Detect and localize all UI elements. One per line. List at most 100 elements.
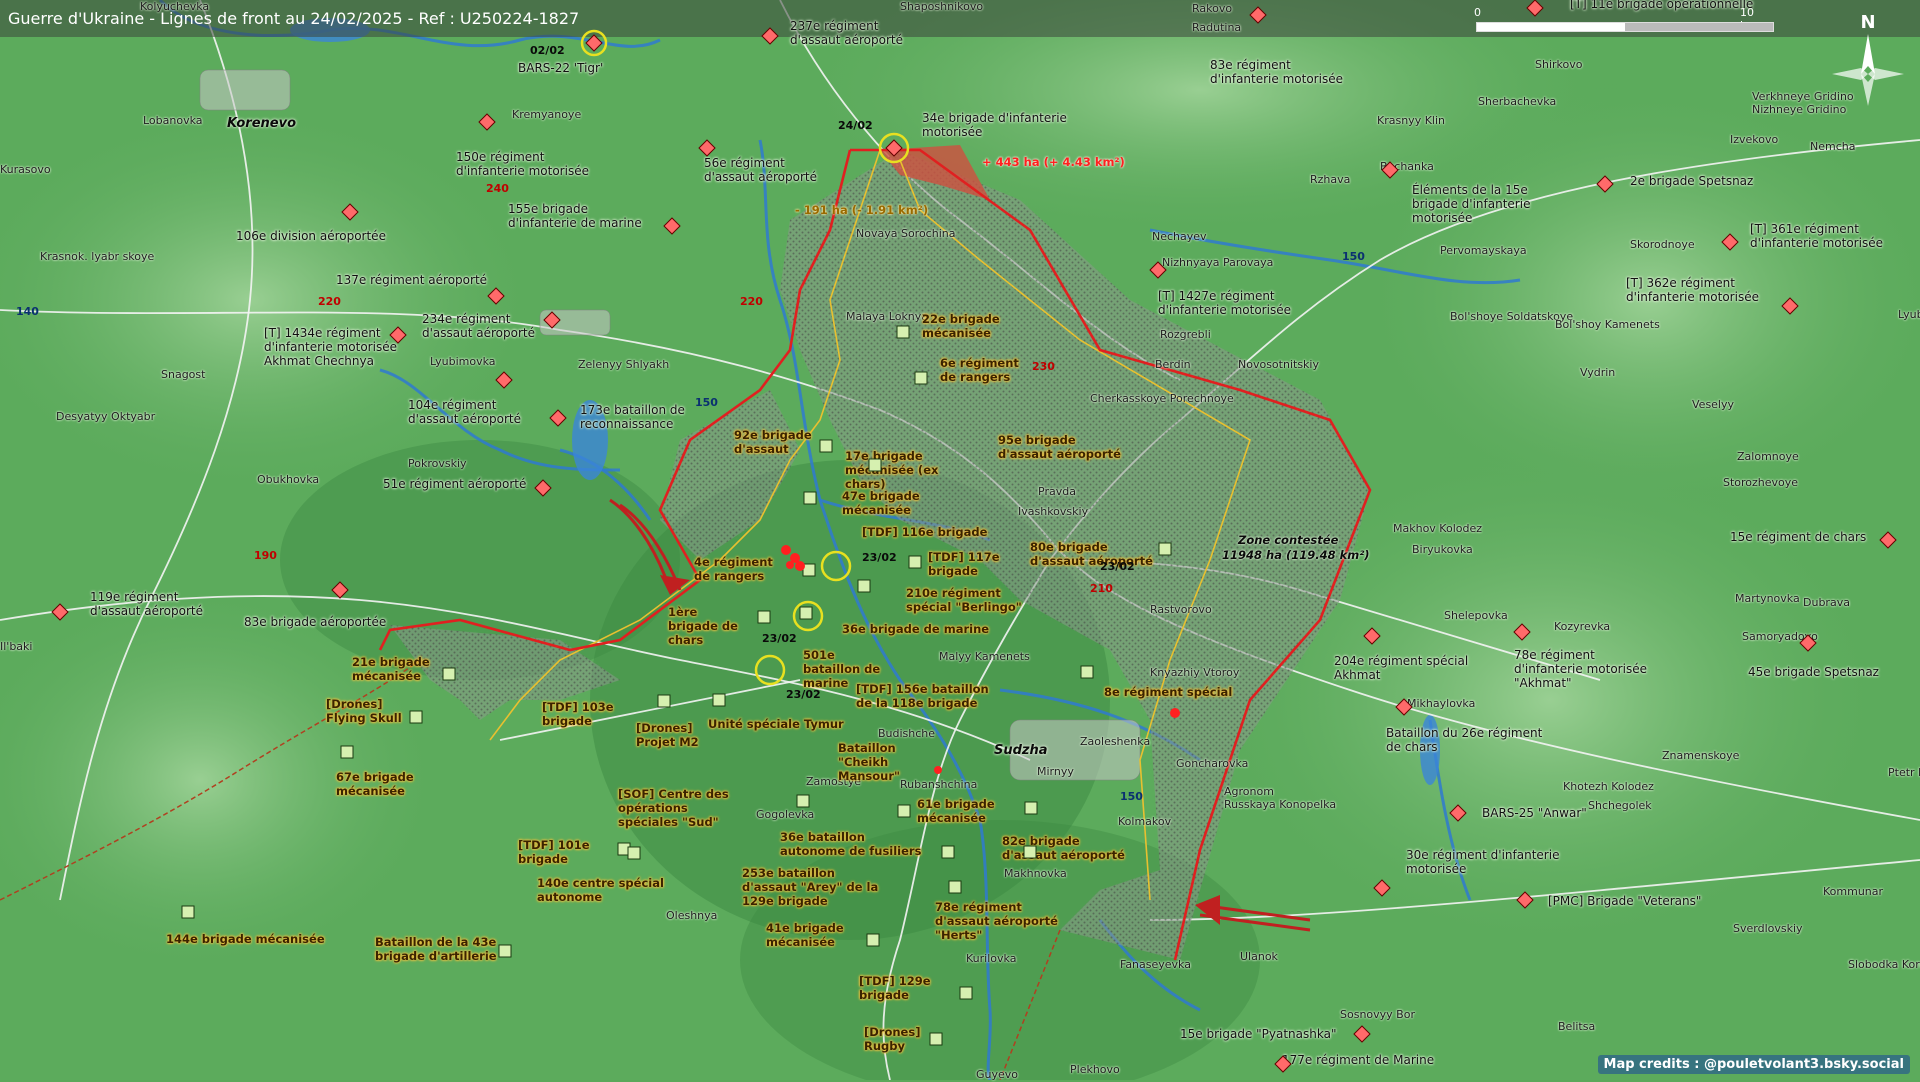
- ru-unit-label[interactable]: 106e division aéroportée: [236, 229, 386, 243]
- ua-unit-label[interactable]: 1ère brigade de chars: [668, 605, 748, 647]
- ru-unit-label[interactable]: 2e brigade Spetsnaz: [1630, 174, 1753, 188]
- place-label: Skorodnoye: [1630, 238, 1695, 251]
- place-label: Mikhaylovka: [1407, 697, 1476, 710]
- ru-unit-label[interactable]: 34e brigade d'infanterie motorisée: [922, 111, 1067, 139]
- ru-unit-label[interactable]: 234e régiment d'assaut aéroporté: [422, 312, 547, 340]
- ua-unit-label[interactable]: [TDF] 116e brigade: [862, 525, 987, 539]
- ru-unit-label[interactable]: 15e brigade "Pyatnashka": [1180, 1027, 1336, 1041]
- ua-unit-label[interactable]: 36e brigade de marine: [842, 622, 989, 636]
- zone-area: 11948 ha (119.48 km²): [1222, 548, 1370, 562]
- ua-unit-label[interactable]: 36e bataillon autonome de fusiliers: [780, 830, 930, 858]
- ua-unit-label[interactable]: [TDF] 117e brigade: [928, 550, 1008, 578]
- ua-unit-label[interactable]: 47e brigade mécanisée: [842, 489, 922, 517]
- ru-unit-label[interactable]: 237e régiment d'assaut aéroporté: [790, 19, 908, 47]
- ua-unit-label[interactable]: 78e régiment d'assaut aéroporté "Herts": [935, 900, 1065, 942]
- ua-unit-label[interactable]: 41e brigade mécanisée: [766, 921, 846, 949]
- place-label: Slobodka Korochka: [1848, 958, 1920, 971]
- place-label: Krasnyy Klin: [1377, 114, 1445, 127]
- place-label: Plekhovo: [1070, 1063, 1120, 1076]
- date-label: 23/02: [786, 688, 821, 701]
- ua-unit-label[interactable]: 22e brigade mécanisée: [922, 312, 1002, 340]
- svg-text:N: N: [1860, 12, 1875, 33]
- ru-unit-label[interactable]: 56e régiment d'assaut aéroporté: [704, 156, 832, 184]
- place-label: Storozhevoye: [1723, 476, 1799, 489]
- ru-unit-label[interactable]: 83e brigade aéroportée: [244, 615, 386, 629]
- place-label: Samoryadovo: [1742, 630, 1818, 643]
- place-label: Agronom: [1224, 785, 1274, 798]
- ru-unit-label[interactable]: 155e brigade d'infanterie de marine: [508, 202, 658, 230]
- ua-unit-label[interactable]: 21e brigade mécanisée: [352, 655, 432, 683]
- ua-unit-label[interactable]: [TDF] 129e brigade: [859, 974, 939, 1002]
- ua-unit-label[interactable]: 80e brigade d'assaut aéroporté: [1030, 540, 1155, 568]
- ru-unit-label[interactable]: 30e régiment d'infanterie motorisée: [1406, 848, 1566, 876]
- ru-unit-label[interactable]: [T] 1434e régiment d'infanterie motorisé…: [264, 326, 414, 368]
- ru-unit-label[interactable]: 45e brigade Spetsnaz: [1748, 665, 1879, 679]
- ua-unit-label[interactable]: 4e régiment de rangers: [694, 555, 779, 583]
- ru-unit-label[interactable]: [T] 361e régiment d'infanterie motorisée: [1750, 222, 1900, 250]
- ua-unit-label[interactable]: 67e brigade mécanisée: [336, 770, 416, 798]
- ru-unit-label[interactable]: 83e régiment d'infanterie motorisée: [1210, 58, 1355, 86]
- place-label: Zelenyy Shlyakh: [578, 358, 670, 371]
- ua-unit-label[interactable]: [TDF] 103e brigade: [542, 700, 622, 728]
- place-label: Dubrava: [1803, 596, 1850, 609]
- place-label: Rastvorovo: [1150, 603, 1212, 616]
- ua-unit-label[interactable]: [Drones] Rugby: [864, 1025, 944, 1053]
- ru-unit-label[interactable]: 150e régiment d'infanterie motorisée: [456, 150, 601, 178]
- ua-unit-label[interactable]: [TDF] 156e bataillon de la 118e brigade: [856, 682, 996, 710]
- ru-unit-label[interactable]: Éléments de la 15e brigade d'infanterie …: [1412, 183, 1552, 225]
- ua-unit-label[interactable]: 95e brigade d'assaut aéroporté: [998, 433, 1123, 461]
- ru-unit-label[interactable]: 104e régiment d'assaut aéroporté: [408, 398, 523, 426]
- ua-unit-label[interactable]: 92e brigade d'assaut: [734, 428, 814, 456]
- ua-unit-label[interactable]: 210e régiment spécial "Berlingo": [906, 586, 1046, 614]
- date-label: 02/02: [530, 44, 565, 57]
- ua-unit-label[interactable]: 61e brigade mécanisée: [917, 797, 997, 825]
- map-canvas[interactable]: Guerre d'Ukraine - Lignes de front au 24…: [0, 0, 1920, 1081]
- ua-unit-label[interactable]: 17e brigade mécanisée (ex chars): [845, 449, 970, 491]
- ru-unit-label[interactable]: 78e régiment d'infanterie motorisée "Akh…: [1514, 648, 1659, 690]
- place-label: Berdin: [1155, 358, 1191, 371]
- place-label: Ptetr Bud: [1888, 766, 1920, 779]
- place-label: Novaya Sorochina: [856, 227, 956, 240]
- place-label: Izvekovo: [1730, 133, 1779, 146]
- ru-unit-label[interactable]: 177e régiment de Marine: [1282, 1053, 1434, 1067]
- ua-unit-label[interactable]: 144e brigade mécanisée: [166, 932, 325, 946]
- ua-unit-label[interactable]: [Drones] Projet M2: [636, 721, 716, 749]
- place-label: Kommunar: [1823, 885, 1884, 898]
- ua-unit-label[interactable]: Unité spéciale Tymur: [708, 717, 844, 731]
- place-label: Kurilovka: [966, 952, 1017, 965]
- ua-unit-label[interactable]: [SOF] Centre des opérations spéciales "S…: [618, 787, 743, 829]
- ua-unit-label[interactable]: 82e brigade d'assaut aéroporté: [1002, 834, 1127, 862]
- ru-unit-label[interactable]: 173e bataillon de reconnaissance: [580, 403, 705, 431]
- ua-unit-label[interactable]: 6e régiment de rangers: [940, 356, 1020, 384]
- road-number: 150: [1342, 250, 1365, 263]
- ru-unit-label[interactable]: 51e régiment aéroporté: [383, 477, 526, 491]
- ru-unit-label[interactable]: [T] 1427e régiment d'infanterie motorisé…: [1158, 289, 1308, 317]
- ua-unit-label[interactable]: [TDF] 101e brigade: [518, 838, 598, 866]
- ru-unit-label[interactable]: [T] 11e brigade opérationnelle: [1570, 0, 1753, 11]
- ru-unit-label[interactable]: 15e régiment de chars: [1730, 530, 1866, 544]
- ua-unit-label[interactable]: [Drones] Flying Skull: [326, 697, 406, 725]
- ru-unit-label[interactable]: 119e régiment d'assaut aéroporté: [90, 590, 220, 618]
- ua-unit-label[interactable]: 8e régiment spécial: [1104, 685, 1232, 699]
- ru-unit-label[interactable]: 137e régiment aéroporté: [336, 273, 487, 287]
- ua-unit-label[interactable]: Bataillon "Cheikh Mansour": [838, 741, 948, 783]
- place-label: Bol'shoy Kamenets: [1555, 318, 1660, 331]
- place-label: Nechayev: [1152, 230, 1207, 243]
- ru-unit-label[interactable]: [T] 362e régiment d'infanterie motorisée: [1626, 276, 1776, 304]
- ru-unit-label[interactable]: Bataillon du 26e régiment de chars: [1386, 726, 1546, 754]
- place-label: Gogolevka: [756, 808, 815, 821]
- ru-unit-label[interactable]: 204e régiment spécial Akhmat: [1334, 654, 1474, 682]
- road-number: 240: [486, 182, 509, 195]
- ua-unit-label[interactable]: Bataillon de la 43e brigade d'artillerie: [375, 935, 505, 963]
- place-label: Makhnovka: [1004, 867, 1067, 880]
- place-label: Rzhava: [1310, 173, 1351, 186]
- place-label: Malaya Loknya: [846, 310, 929, 323]
- ru-unit-label[interactable]: BARS-25 "Anwar": [1482, 806, 1587, 820]
- scale-start: 0: [1474, 6, 1481, 19]
- ua-unit-label[interactable]: 140e centre spécial autonome: [537, 876, 667, 904]
- place-label: Khotezh Kolodez: [1563, 780, 1654, 793]
- ua-unit-label[interactable]: 253e bataillon d'assaut "Arey" de la 129…: [742, 866, 892, 908]
- ru-unit-label[interactable]: BARS-22 'Tigr': [518, 61, 603, 75]
- map-credits[interactable]: Map credits : @pouletvolant3.bsky.social: [1597, 1055, 1910, 1074]
- ru-unit-label[interactable]: [PMC] Brigade "Veterans": [1548, 894, 1701, 908]
